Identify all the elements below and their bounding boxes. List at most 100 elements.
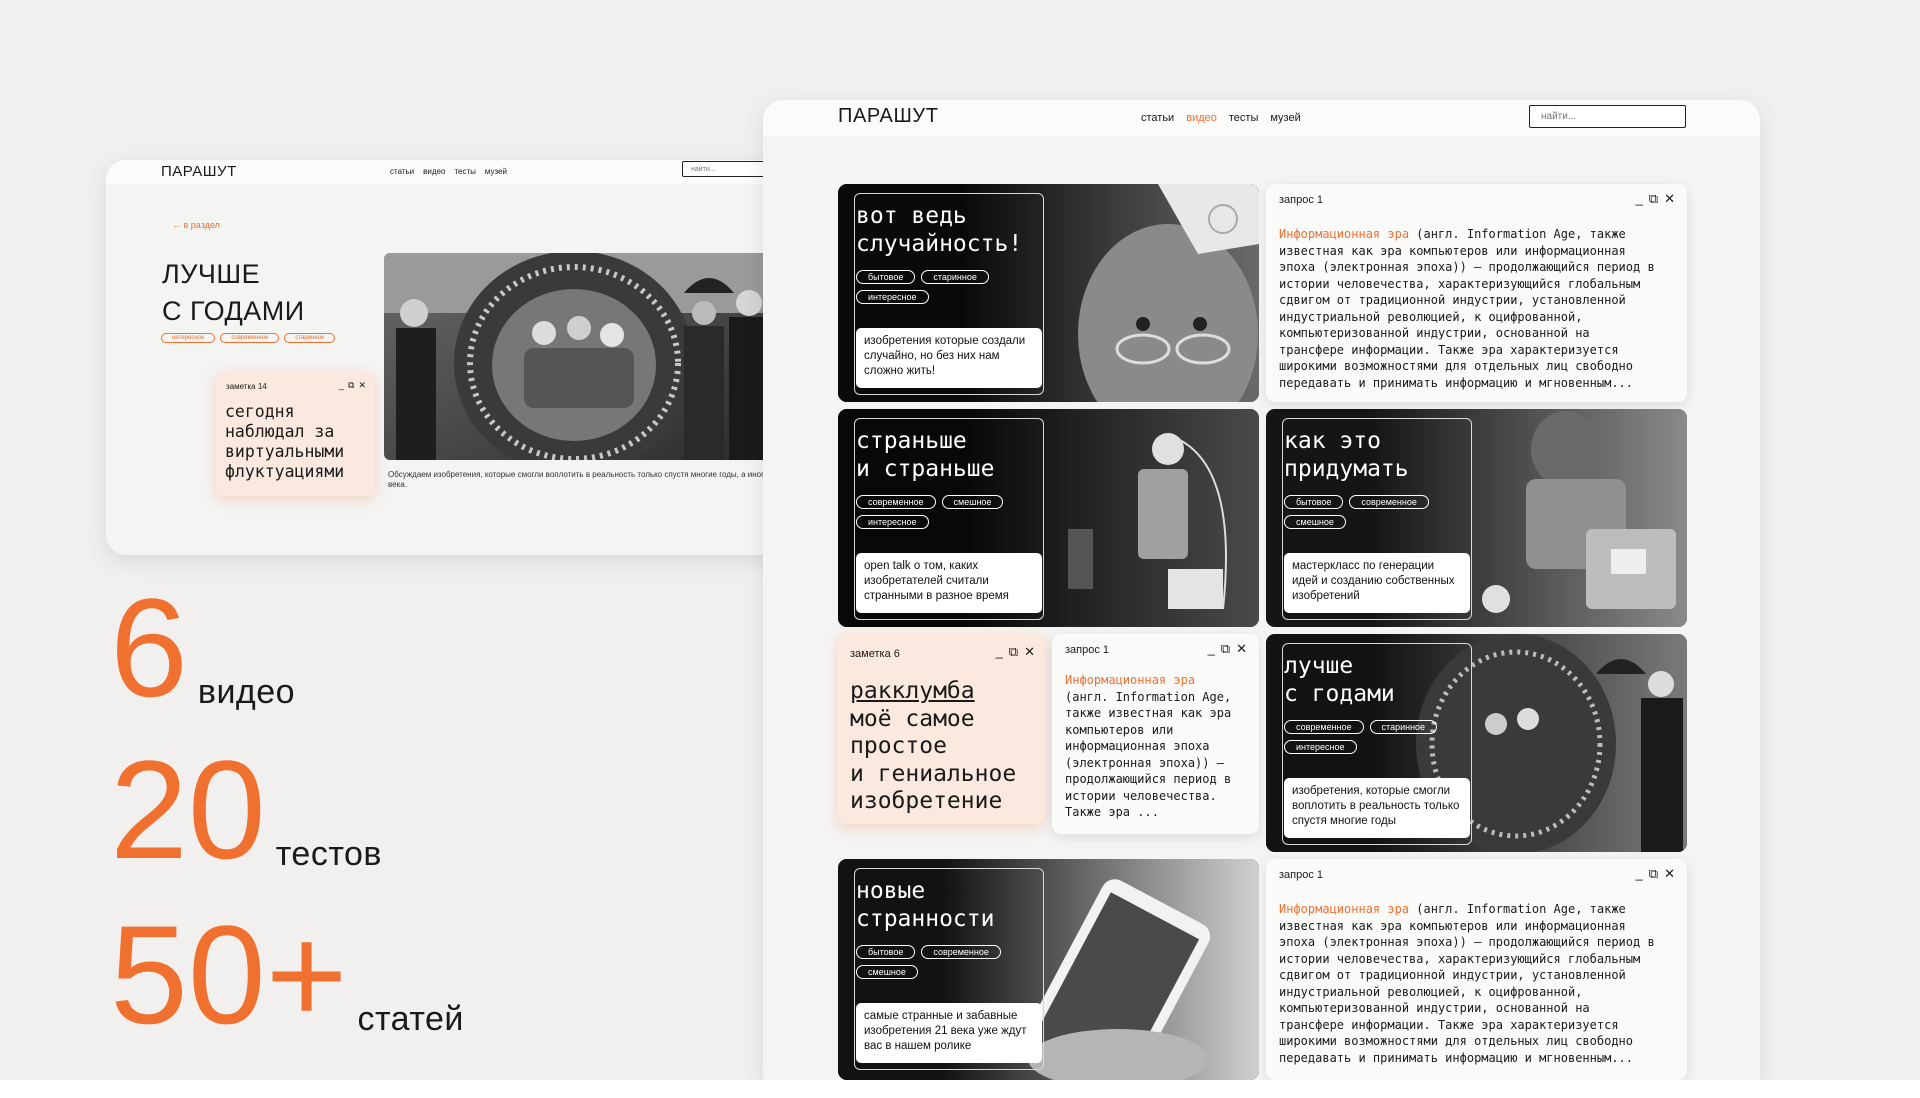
tag-chip[interactable]: интересное bbox=[856, 290, 929, 304]
nav-video-active[interactable]: видео bbox=[1186, 112, 1217, 124]
back-to-section-link[interactable]: ← в раздел bbox=[172, 220, 220, 230]
video-title: страньше и страньше bbox=[856, 428, 995, 482]
request-header: запрос 1 bbox=[1065, 644, 1110, 656]
main-nav: статьи видео тесты музей bbox=[1141, 112, 1301, 124]
close-icon[interactable]: ✕ bbox=[1236, 641, 1247, 657]
request-text: Информационная эра (англ. Information Ag… bbox=[1279, 902, 1655, 1065]
tag-chip[interactable]: смешное bbox=[856, 965, 918, 979]
request-header: запрос 1 bbox=[1279, 194, 1324, 206]
request-text: Информационная эра (англ. Information Ag… bbox=[1279, 227, 1655, 390]
tag-chip[interactable]: интересное bbox=[161, 333, 216, 343]
close-icon[interactable]: ✕ bbox=[1024, 644, 1035, 660]
restore-icon[interactable]: ⧉ bbox=[348, 380, 354, 391]
request-header: запрос 1 bbox=[1279, 869, 1324, 881]
window-controls: _ ⧉ ✕ bbox=[1636, 866, 1675, 882]
highlighted-term[interactable]: Информационная эра bbox=[1279, 902, 1409, 916]
window-controls: _ ⧉ ✕ bbox=[996, 644, 1035, 660]
tag-chip[interactable]: старинное bbox=[284, 333, 336, 343]
video-section-window: ПАРАШУТ статьи видео тесты музей вот вед… bbox=[763, 100, 1760, 1080]
video-description: изобретения, которые смогли воплотить в … bbox=[1284, 778, 1470, 838]
nav-museum[interactable]: музей bbox=[485, 167, 507, 176]
video-description: изобретения которые создали случайно, но… bbox=[856, 328, 1042, 388]
note-text: ракклумба моё самое простое и гениальное… bbox=[850, 678, 1017, 814]
video-card[interactable]: страньше и страньше современное смешное … bbox=[838, 409, 1259, 627]
restore-icon[interactable]: ⧉ bbox=[1649, 191, 1658, 207]
stat-label: статей bbox=[357, 1000, 464, 1038]
tag-chip[interactable]: бытовое bbox=[856, 945, 916, 959]
restore-icon[interactable]: ⧉ bbox=[1649, 866, 1658, 882]
note-popup: заметка 6 _ ⧉ ✕ ракклумба моё самое прос… bbox=[838, 634, 1045, 824]
close-icon[interactable]: ✕ bbox=[1664, 866, 1675, 882]
tag-chip[interactable]: современное bbox=[1349, 495, 1429, 509]
close-icon[interactable]: ✕ bbox=[1664, 191, 1675, 207]
video-card[interactable]: новые странности бытовое современное сме… bbox=[838, 859, 1259, 1080]
restore-icon[interactable]: ⧉ bbox=[1221, 641, 1230, 657]
tag-chip[interactable]: интересное bbox=[856, 515, 929, 529]
top-navbar: ПАРАШУТ статьи видео тесты музей bbox=[763, 100, 1760, 136]
minimize-icon[interactable]: _ bbox=[1208, 641, 1215, 657]
article-tags: интересное современное старинное bbox=[161, 333, 336, 343]
video-tags: бытовое старинное интересное bbox=[856, 270, 1026, 304]
nav-articles[interactable]: статьи bbox=[390, 167, 414, 176]
video-title: как это придумать bbox=[1284, 428, 1409, 482]
nav-video[interactable]: видео bbox=[423, 167, 445, 176]
request-text: Информационная эра (англ. Information Ag… bbox=[1065, 673, 1232, 819]
minimize-icon[interactable]: _ bbox=[339, 380, 344, 391]
request-popup: запрос 1 _ ⧉ ✕ Информационная эра (англ.… bbox=[1052, 634, 1259, 834]
video-title: лучше с годами bbox=[1284, 653, 1395, 707]
request-popup: запрос 1 _ ⧉ ✕ Информационная эра (англ.… bbox=[1266, 859, 1687, 1080]
nav-tests[interactable]: тесты bbox=[454, 167, 475, 176]
top-navbar: ПАРАШУТ статьи видео тесты музей bbox=[106, 160, 856, 184]
window-controls: _ ⧉ ✕ bbox=[339, 380, 366, 391]
tag-chip[interactable]: смешное bbox=[941, 495, 1004, 509]
tag-chip[interactable]: бытовое bbox=[1284, 495, 1344, 509]
site-logo[interactable]: ПАРАШУТ bbox=[161, 163, 237, 180]
article-title: ЛУЧШЕ С ГОДАМИ bbox=[162, 259, 305, 326]
video-description: самые странные и забавные изобретения 21… bbox=[856, 1003, 1042, 1063]
nav-tests[interactable]: тесты bbox=[1229, 112, 1258, 124]
note-header: заметка 14 bbox=[226, 382, 267, 391]
stat-videos: 6 видео bbox=[110, 578, 295, 718]
tag-chip[interactable]: интересное bbox=[1284, 740, 1357, 754]
tag-chip[interactable]: старинное bbox=[921, 270, 989, 284]
video-card[interactable]: лучше с годами современное старинное инт… bbox=[1266, 634, 1687, 852]
stat-label: тестов bbox=[275, 835, 382, 873]
page-bottom-band bbox=[0, 1080, 1920, 1098]
stat-tests: 20 тестов bbox=[110, 740, 382, 880]
highlighted-term[interactable]: Информационная эра bbox=[1065, 673, 1195, 687]
tag-chip[interactable]: бытовое bbox=[856, 270, 916, 284]
video-card[interactable]: как это придумать бытовое современное см… bbox=[1266, 409, 1687, 627]
tag-chip[interactable]: смешное bbox=[1284, 515, 1346, 529]
video-tags: бытовое современное смешное bbox=[856, 945, 1026, 979]
tag-chip[interactable]: современное bbox=[220, 333, 280, 343]
minimize-icon[interactable]: _ bbox=[1636, 866, 1643, 882]
stat-number: 20 bbox=[110, 731, 266, 888]
nav-museum[interactable]: музей bbox=[1270, 112, 1300, 124]
site-logo[interactable]: ПАРАШУТ bbox=[838, 105, 939, 128]
tag-chip[interactable]: современное bbox=[921, 945, 1001, 959]
tag-chip[interactable]: современное bbox=[1284, 720, 1364, 734]
tag-chip[interactable]: старинное bbox=[1369, 720, 1438, 734]
note-header: заметка 6 bbox=[850, 648, 900, 660]
stat-number: 6 bbox=[110, 569, 188, 726]
window-controls: _ ⧉ ✕ bbox=[1636, 191, 1675, 207]
minimize-icon[interactable]: _ bbox=[1636, 191, 1643, 207]
highlighted-term[interactable]: Информационная эра bbox=[1279, 227, 1409, 241]
request-popup: запрос 1 _ ⧉ ✕ Информационная эра (англ.… bbox=[1266, 184, 1687, 402]
video-description: open talk о том, каких изобретателей счи… bbox=[856, 553, 1042, 613]
stat-number: 50+ bbox=[110, 896, 348, 1053]
video-card[interactable]: вот ведь случайность! бытовое старинное … bbox=[838, 184, 1259, 402]
search-input[interactable] bbox=[1529, 105, 1686, 128]
video-description: мастеркласс по генерации идей и созданию… bbox=[1284, 553, 1470, 613]
stat-articles: 50+ статей bbox=[110, 905, 464, 1045]
article-page-window: ПАРАШУТ статьи видео тесты музей ← в раз… bbox=[106, 160, 856, 555]
close-icon[interactable]: ✕ bbox=[358, 380, 366, 391]
video-tags: современное старинное интересное bbox=[1284, 720, 1454, 754]
window-controls: _ ⧉ ✕ bbox=[1208, 641, 1247, 657]
video-tags: современное смешное интересное bbox=[856, 495, 1026, 529]
tag-chip[interactable]: современное bbox=[856, 495, 936, 509]
minimize-icon[interactable]: _ bbox=[996, 644, 1003, 660]
nav-articles[interactable]: статьи bbox=[1141, 112, 1174, 124]
restore-icon[interactable]: ⧉ bbox=[1009, 644, 1018, 660]
note-link-title[interactable]: ракклумба bbox=[850, 678, 975, 704]
